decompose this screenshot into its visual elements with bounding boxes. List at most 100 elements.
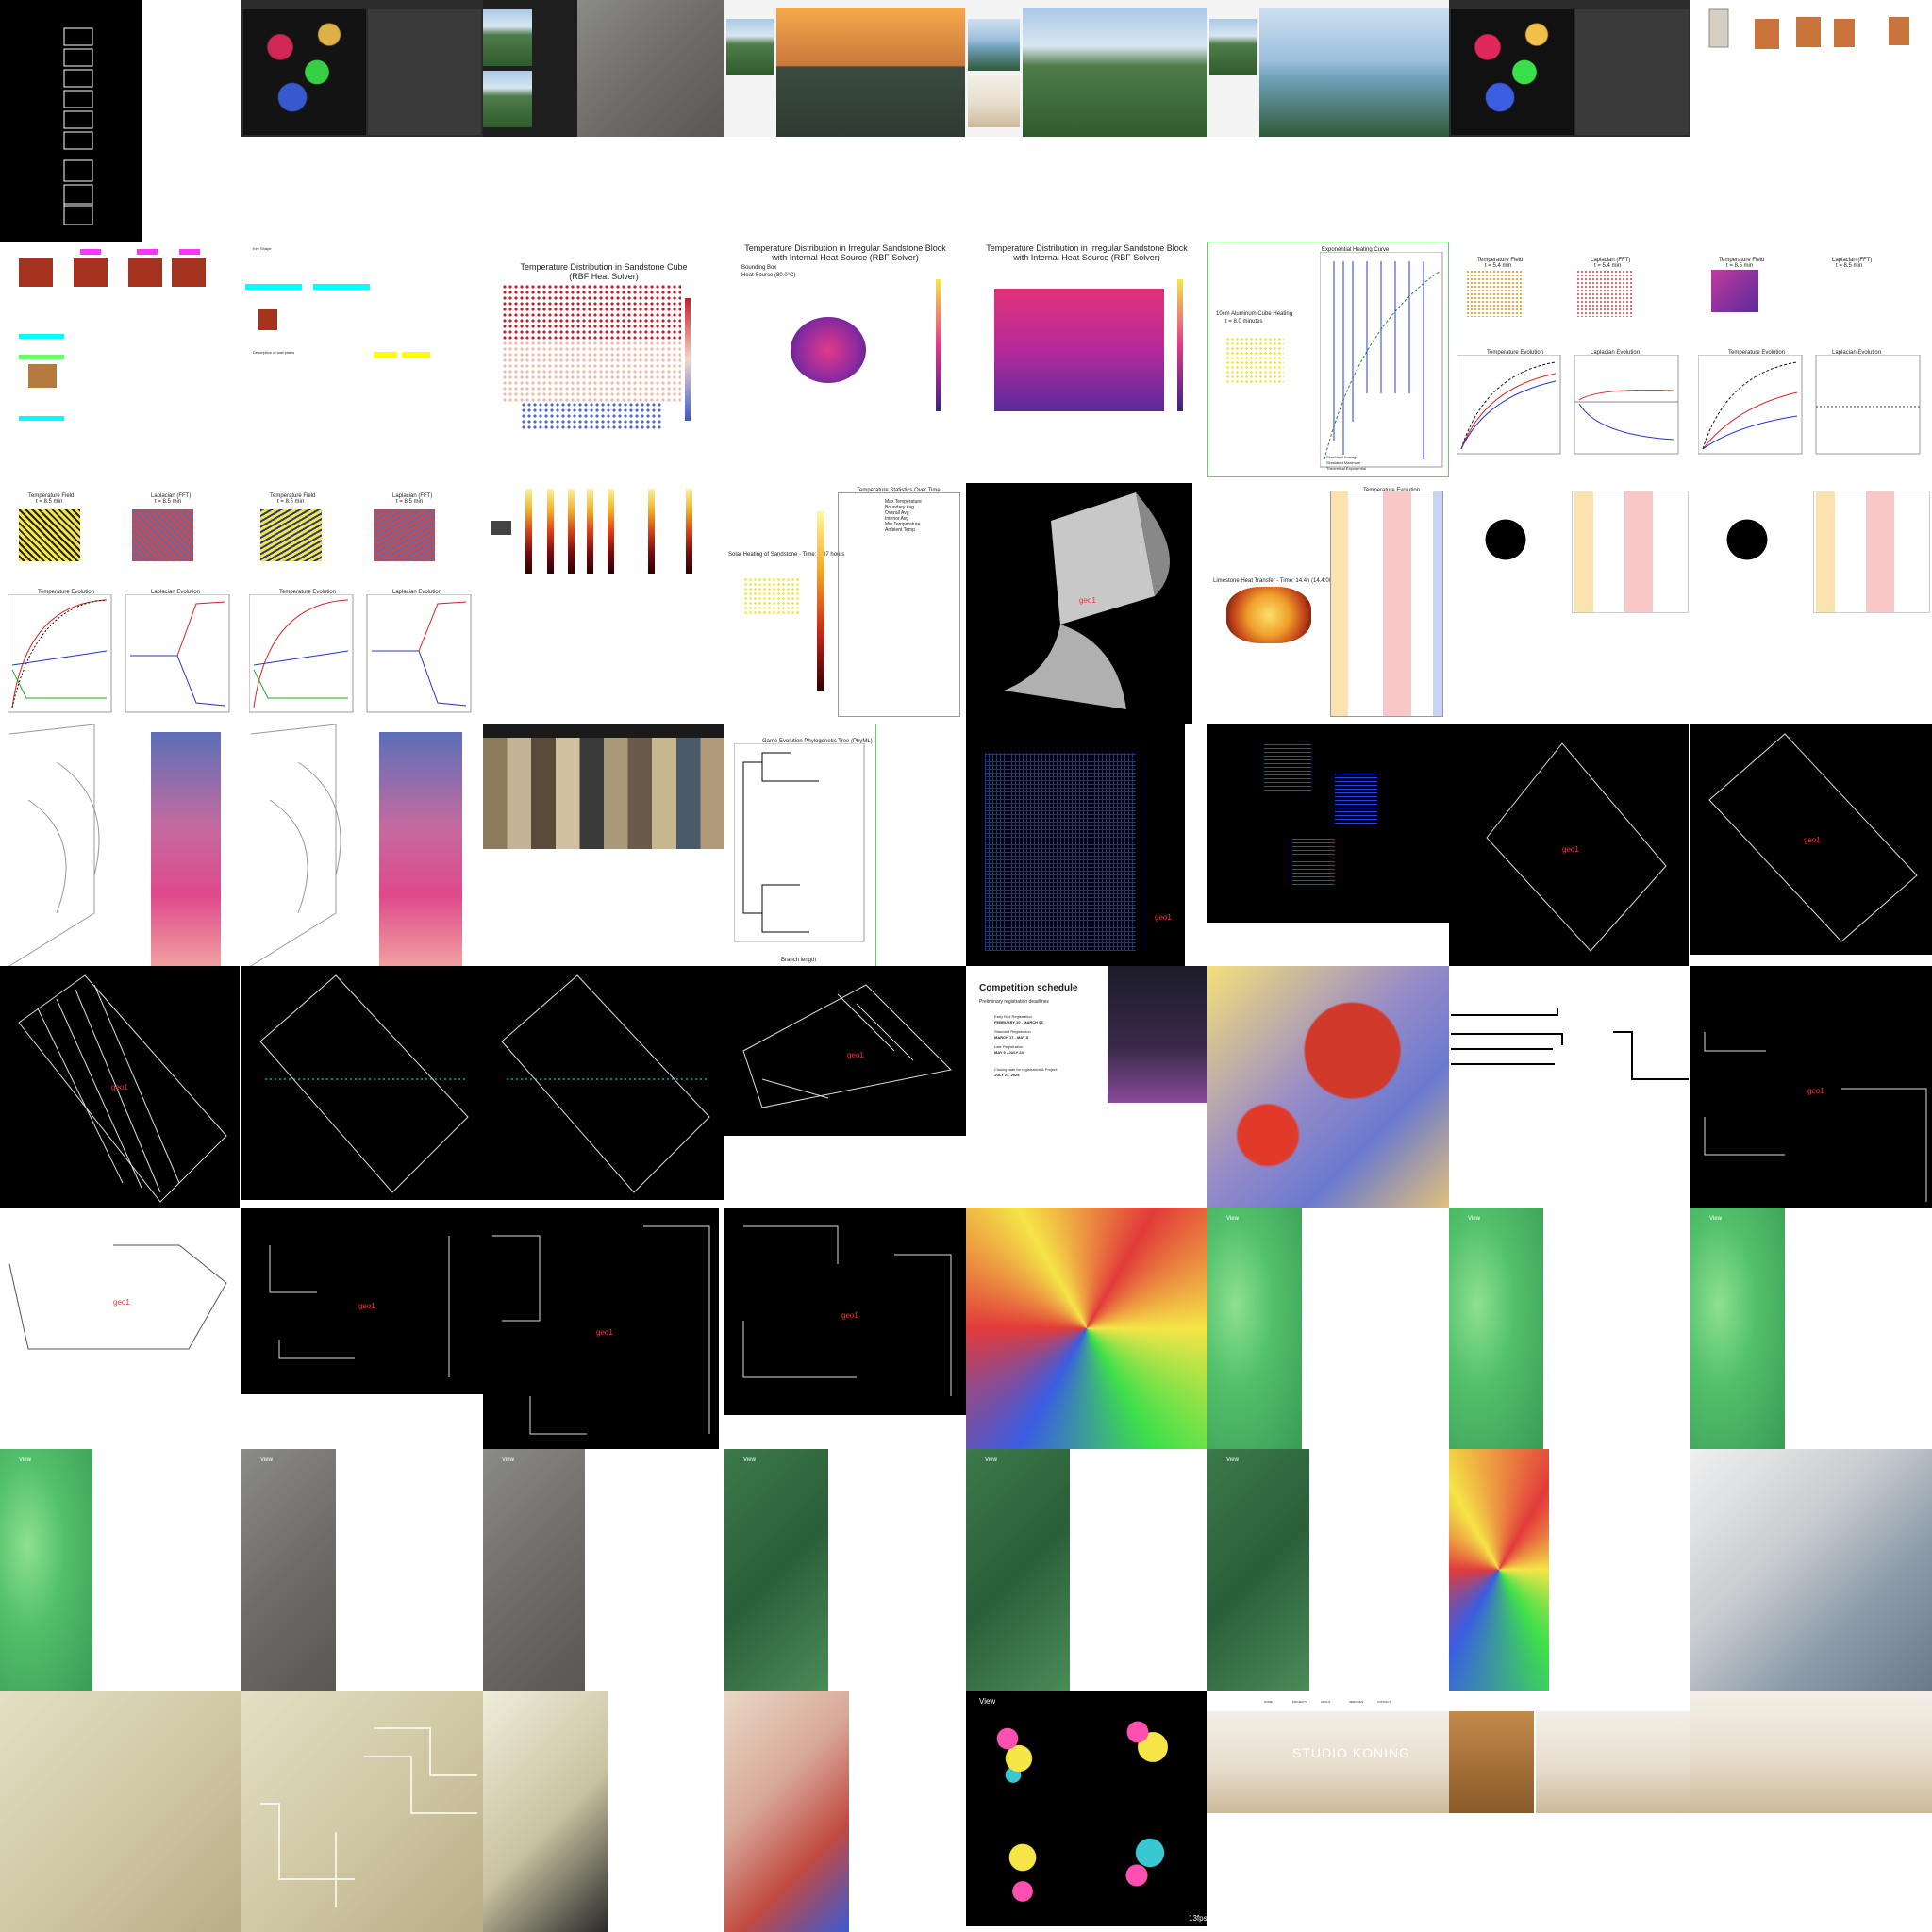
gallery-photo[interactable] — [1690, 1690, 1932, 1813]
green-surface[interactable] — [1690, 1208, 1785, 1449]
lake-photo-tile — [1208, 0, 1449, 137]
highlight-cell[interactable] — [374, 352, 397, 358]
highlight-cell[interactable] — [313, 284, 370, 290]
viewport-render[interactable] — [1451, 9, 1574, 135]
stadium-photo[interactable] — [151, 732, 221, 966]
hero-photo[interactable] — [1208, 1711, 1449, 1813]
lap-time: t = 8.5 min — [396, 499, 424, 505]
photo-thumb[interactable] — [1209, 19, 1257, 75]
geo-label: geo1 — [1562, 845, 1579, 854]
highlight-cell[interactable] — [137, 249, 158, 255]
sunset-photo[interactable] — [776, 8, 965, 137]
lap-cube — [374, 509, 435, 561]
band — [1331, 491, 1348, 716]
brackets-dark-tile-3: geo1 — [483, 1208, 719, 1449]
brackets-dark-tile: geo1 — [1690, 966, 1932, 1208]
field-laplacian-chart-3: Temperature Field t = 8.5 min Laplacian … — [0, 483, 242, 724]
dark-green-surface[interactable] — [1208, 1449, 1309, 1690]
lake-photo[interactable] — [1259, 8, 1449, 137]
highlight-cell[interactable] — [245, 284, 302, 290]
highlight-cell[interactable] — [19, 416, 64, 421]
green-viewer-tile-3: View — [1690, 1208, 1785, 1449]
wireframe-tile: geo1 — [966, 724, 1185, 966]
robot-arm[interactable] — [1108, 1709, 1183, 1785]
green-surface[interactable] — [1208, 1208, 1302, 1449]
field-cube — [260, 509, 322, 561]
colorbar — [1177, 279, 1183, 411]
colorbar — [685, 298, 691, 421]
beige-shell-tile[interactable] — [483, 1690, 608, 1932]
view-label: View — [985, 1457, 997, 1463]
viewport-render[interactable] — [243, 9, 366, 135]
gallery-photo[interactable] — [1536, 1711, 1690, 1813]
sim-plot — [1813, 491, 1930, 613]
stadium-photo[interactable] — [379, 732, 462, 966]
valley-photo[interactable] — [1023, 8, 1208, 137]
organic-render-tile[interactable] — [1208, 966, 1449, 1208]
city-photo[interactable] — [1108, 966, 1208, 1103]
lap-cube — [132, 509, 193, 561]
nav-link[interactable]: CONTACT — [1377, 1696, 1391, 1707]
cave-photo[interactable] — [577, 0, 724, 137]
chart-subtitle: with Internal Heat Source (RBF Solver) — [772, 253, 919, 262]
aluminum-cube-chart: 10cm Aluminum Cube Heating t = 8.0 minut… — [1208, 242, 1449, 477]
field-cube — [19, 509, 80, 561]
grey-shell-tile[interactable] — [1690, 1449, 1932, 1690]
psychedelic-render-tile[interactable] — [966, 1208, 1208, 1449]
view-label: View — [260, 1457, 273, 1463]
green-viewer-tile: View — [1208, 1208, 1302, 1449]
photo-thumb[interactable] — [483, 9, 532, 66]
bracket-lines — [1451, 1008, 1563, 1065]
properties-panel[interactable] — [1575, 9, 1689, 135]
colorbar — [936, 279, 941, 411]
image-search-tile — [483, 724, 724, 849]
geo-label: geo1 — [1807, 1087, 1824, 1095]
photo-thumb[interactable] — [968, 75, 1020, 127]
legend-source: Heat Source (80.0°C) — [741, 273, 796, 278]
wire-cube — [1292, 838, 1335, 885]
robot-arm[interactable] — [1117, 1823, 1183, 1898]
photo-thumb[interactable] — [726, 19, 774, 75]
robot-arm[interactable] — [985, 1719, 1041, 1785]
photo-thumb[interactable] — [483, 71, 532, 127]
nav-link[interactable]: SERVICES — [1349, 1696, 1363, 1707]
mini-block — [491, 521, 511, 535]
psychedelic-strip-tile[interactable] — [1449, 1449, 1549, 1690]
highlight-cell[interactable] — [19, 334, 64, 339]
stone-surface[interactable] — [483, 1449, 585, 1690]
highlight-cell[interactable] — [402, 352, 430, 358]
highlight-cell[interactable] — [80, 249, 101, 255]
rect-outline-tile-2: geo1 — [1690, 724, 1932, 955]
limestone-block — [1226, 587, 1311, 643]
towers-tile — [1690, 0, 1932, 75]
photo-thumb[interactable] — [968, 19, 1020, 71]
red-stripe-tile[interactable] — [724, 1690, 849, 1932]
result-thumbnails[interactable] — [483, 738, 724, 849]
dark-green-surface[interactable] — [966, 1449, 1070, 1690]
brackets-dark-tile-2: geo1 — [242, 1208, 483, 1394]
stone-surface[interactable] — [242, 1449, 336, 1690]
nav-link[interactable]: HOME — [1264, 1696, 1273, 1707]
field-cube — [1711, 270, 1758, 312]
section-drawing — [8, 724, 100, 966]
competition-tile: Competition schedule Preliminary registr… — [966, 966, 1208, 1103]
nav-link[interactable]: PROJECTS — [1292, 1696, 1307, 1707]
highlight-cell[interactable] — [19, 355, 64, 359]
solar-points — [743, 577, 800, 615]
hatched-outline-tile: geo1 — [724, 966, 966, 1136]
studio-gallery-tile-2 — [1690, 1690, 1932, 1813]
dark-green-surface[interactable] — [724, 1449, 828, 1690]
highlight-cell[interactable] — [179, 249, 200, 255]
beige-surface-annotated-tile[interactable] — [242, 1690, 483, 1932]
gallery-photo[interactable] — [1449, 1711, 1534, 1813]
properties-panel[interactable] — [368, 9, 481, 135]
green-surface[interactable] — [0, 1449, 92, 1690]
lap-points — [1576, 270, 1633, 317]
green-surface[interactable] — [1449, 1208, 1543, 1449]
geo-label: geo1 — [596, 1328, 613, 1337]
beige-surface-tile[interactable] — [0, 1690, 242, 1932]
robot-arm[interactable] — [994, 1832, 1051, 1917]
field-laplacian-chart-4: Temperature Field t = 8.5 min Laplacian … — [242, 483, 483, 724]
nav-link[interactable]: ABOUT — [1321, 1696, 1330, 1707]
tower-model — [19, 258, 53, 287]
